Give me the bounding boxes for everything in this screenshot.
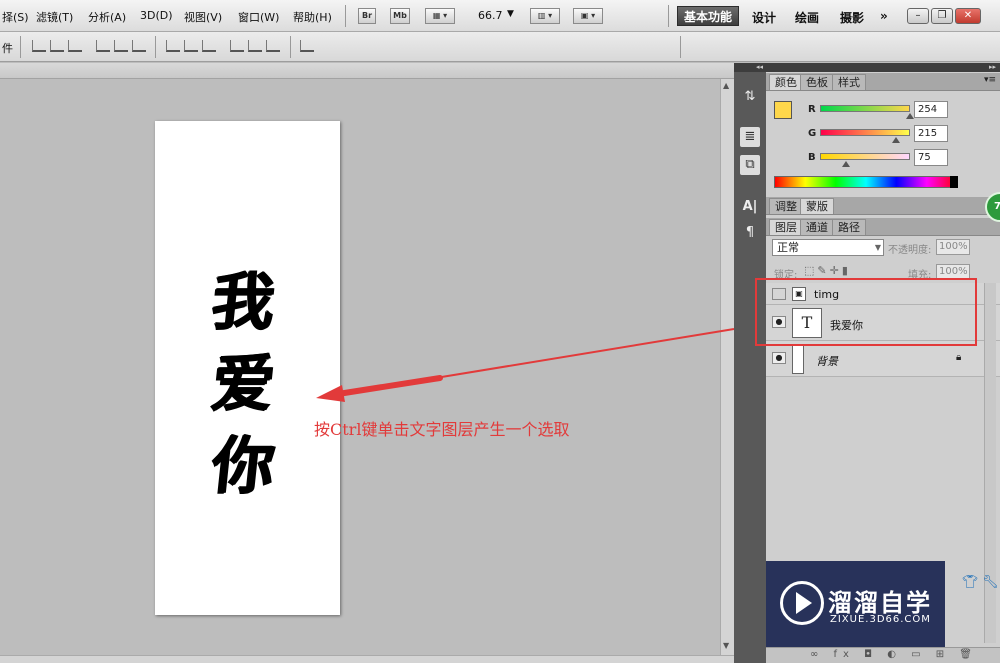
- annotation-text: 按Ctrl键单击文字图层产生一个选取: [314, 420, 570, 439]
- eye-icon[interactable]: ●: [772, 352, 786, 364]
- channel-slider[interactable]: [820, 153, 910, 160]
- color-panel-tabs: 颜色 色板 样式 ▾≡: [766, 73, 1000, 91]
- layer-thumbnail: [792, 344, 804, 374]
- clone-source-icon[interactable]: ⧉: [740, 155, 760, 175]
- panel-menu-icon[interactable]: ▾≡: [984, 75, 996, 85]
- foreground-swatch[interactable]: [774, 101, 792, 119]
- tab-adjustments[interactable]: 调整: [769, 198, 803, 214]
- adjust-panel-tabs: 调整 蒙版: [766, 197, 1000, 215]
- channel-slider[interactable]: [820, 129, 910, 136]
- watermark-title: 溜溜自学: [828, 589, 932, 617]
- shirt-icon[interactable]: 👕︎: [962, 575, 979, 590]
- lock-icons[interactable]: ⬚✎✛▮: [804, 264, 851, 277]
- watermark-subtitle: ZIXUE.3D66.COM: [830, 614, 931, 625]
- character-icon[interactable]: A|: [740, 197, 760, 217]
- tab-layers[interactable]: 图层: [769, 219, 803, 235]
- channel-label: R: [808, 104, 816, 115]
- channel-slider[interactable]: [820, 105, 910, 112]
- opacity-field[interactable]: 100%: [936, 239, 970, 255]
- slider-knob-icon[interactable]: [906, 113, 914, 119]
- highlight-box: [755, 278, 977, 346]
- layers-panel-tabs: 图层 通道 路径: [766, 218, 1000, 236]
- play-logo-icon: [780, 581, 824, 625]
- history-icon[interactable]: ⇅: [740, 87, 760, 107]
- layer-name: 背景: [816, 355, 838, 368]
- tab-channels[interactable]: 通道: [800, 219, 834, 235]
- layers-bottom-bar: ∞ fx ◘ ◐ ▭ ⊞ 🗑︎: [766, 647, 1000, 663]
- actions-icon[interactable]: ≣: [740, 127, 760, 147]
- tab-paths[interactable]: 路径: [832, 219, 866, 235]
- tab-masks[interactable]: 蒙版: [800, 198, 834, 214]
- slider-knob-icon[interactable]: [892, 137, 900, 143]
- channel-value-field[interactable]: 254: [914, 101, 948, 118]
- tab-color[interactable]: 颜色: [769, 74, 803, 90]
- chevron-down-icon: ▼: [874, 243, 881, 252]
- channel-value-field[interactable]: 75: [914, 149, 948, 166]
- dock-collapse-icon[interactable]: ◂◂: [734, 63, 766, 72]
- watermark-logo: 溜溜自学 ZIXUE.3D66.COM: [766, 561, 945, 647]
- spectrum-black[interactable]: [950, 176, 958, 188]
- tab-styles[interactable]: 样式: [832, 74, 866, 90]
- paragraph-icon[interactable]: ¶: [740, 223, 760, 243]
- channel-value-field[interactable]: 215: [914, 125, 948, 142]
- play-triangle: [796, 592, 812, 614]
- color-spectrum-ramp[interactable]: [774, 176, 958, 188]
- panel-icon-dock: ◂◂ ⇅ ≣ ⧉ A| ¶: [734, 63, 766, 663]
- lock-icon: 🔒︎: [956, 352, 962, 363]
- panels-collapse-icon[interactable]: ▸▸: [766, 63, 1000, 72]
- blend-mode-select[interactable]: 正常 ▼: [772, 239, 884, 256]
- channel-label: G: [808, 128, 817, 139]
- layer-actions-icons[interactable]: ∞ fx ◘ ◐ ▭ ⊞ 🗑︎: [810, 649, 978, 660]
- tab-swatches[interactable]: 色板: [800, 74, 834, 90]
- wrench-icon[interactable]: 🔧︎: [982, 575, 999, 590]
- opacity-label: 不透明度:: [888, 245, 932, 256]
- layer-row-background[interactable]: ● 背景 🔒︎: [766, 341, 1000, 377]
- slider-knob-icon[interactable]: [842, 161, 850, 167]
- blend-mode-value: 正常: [777, 241, 799, 254]
- channel-label: B: [808, 152, 816, 163]
